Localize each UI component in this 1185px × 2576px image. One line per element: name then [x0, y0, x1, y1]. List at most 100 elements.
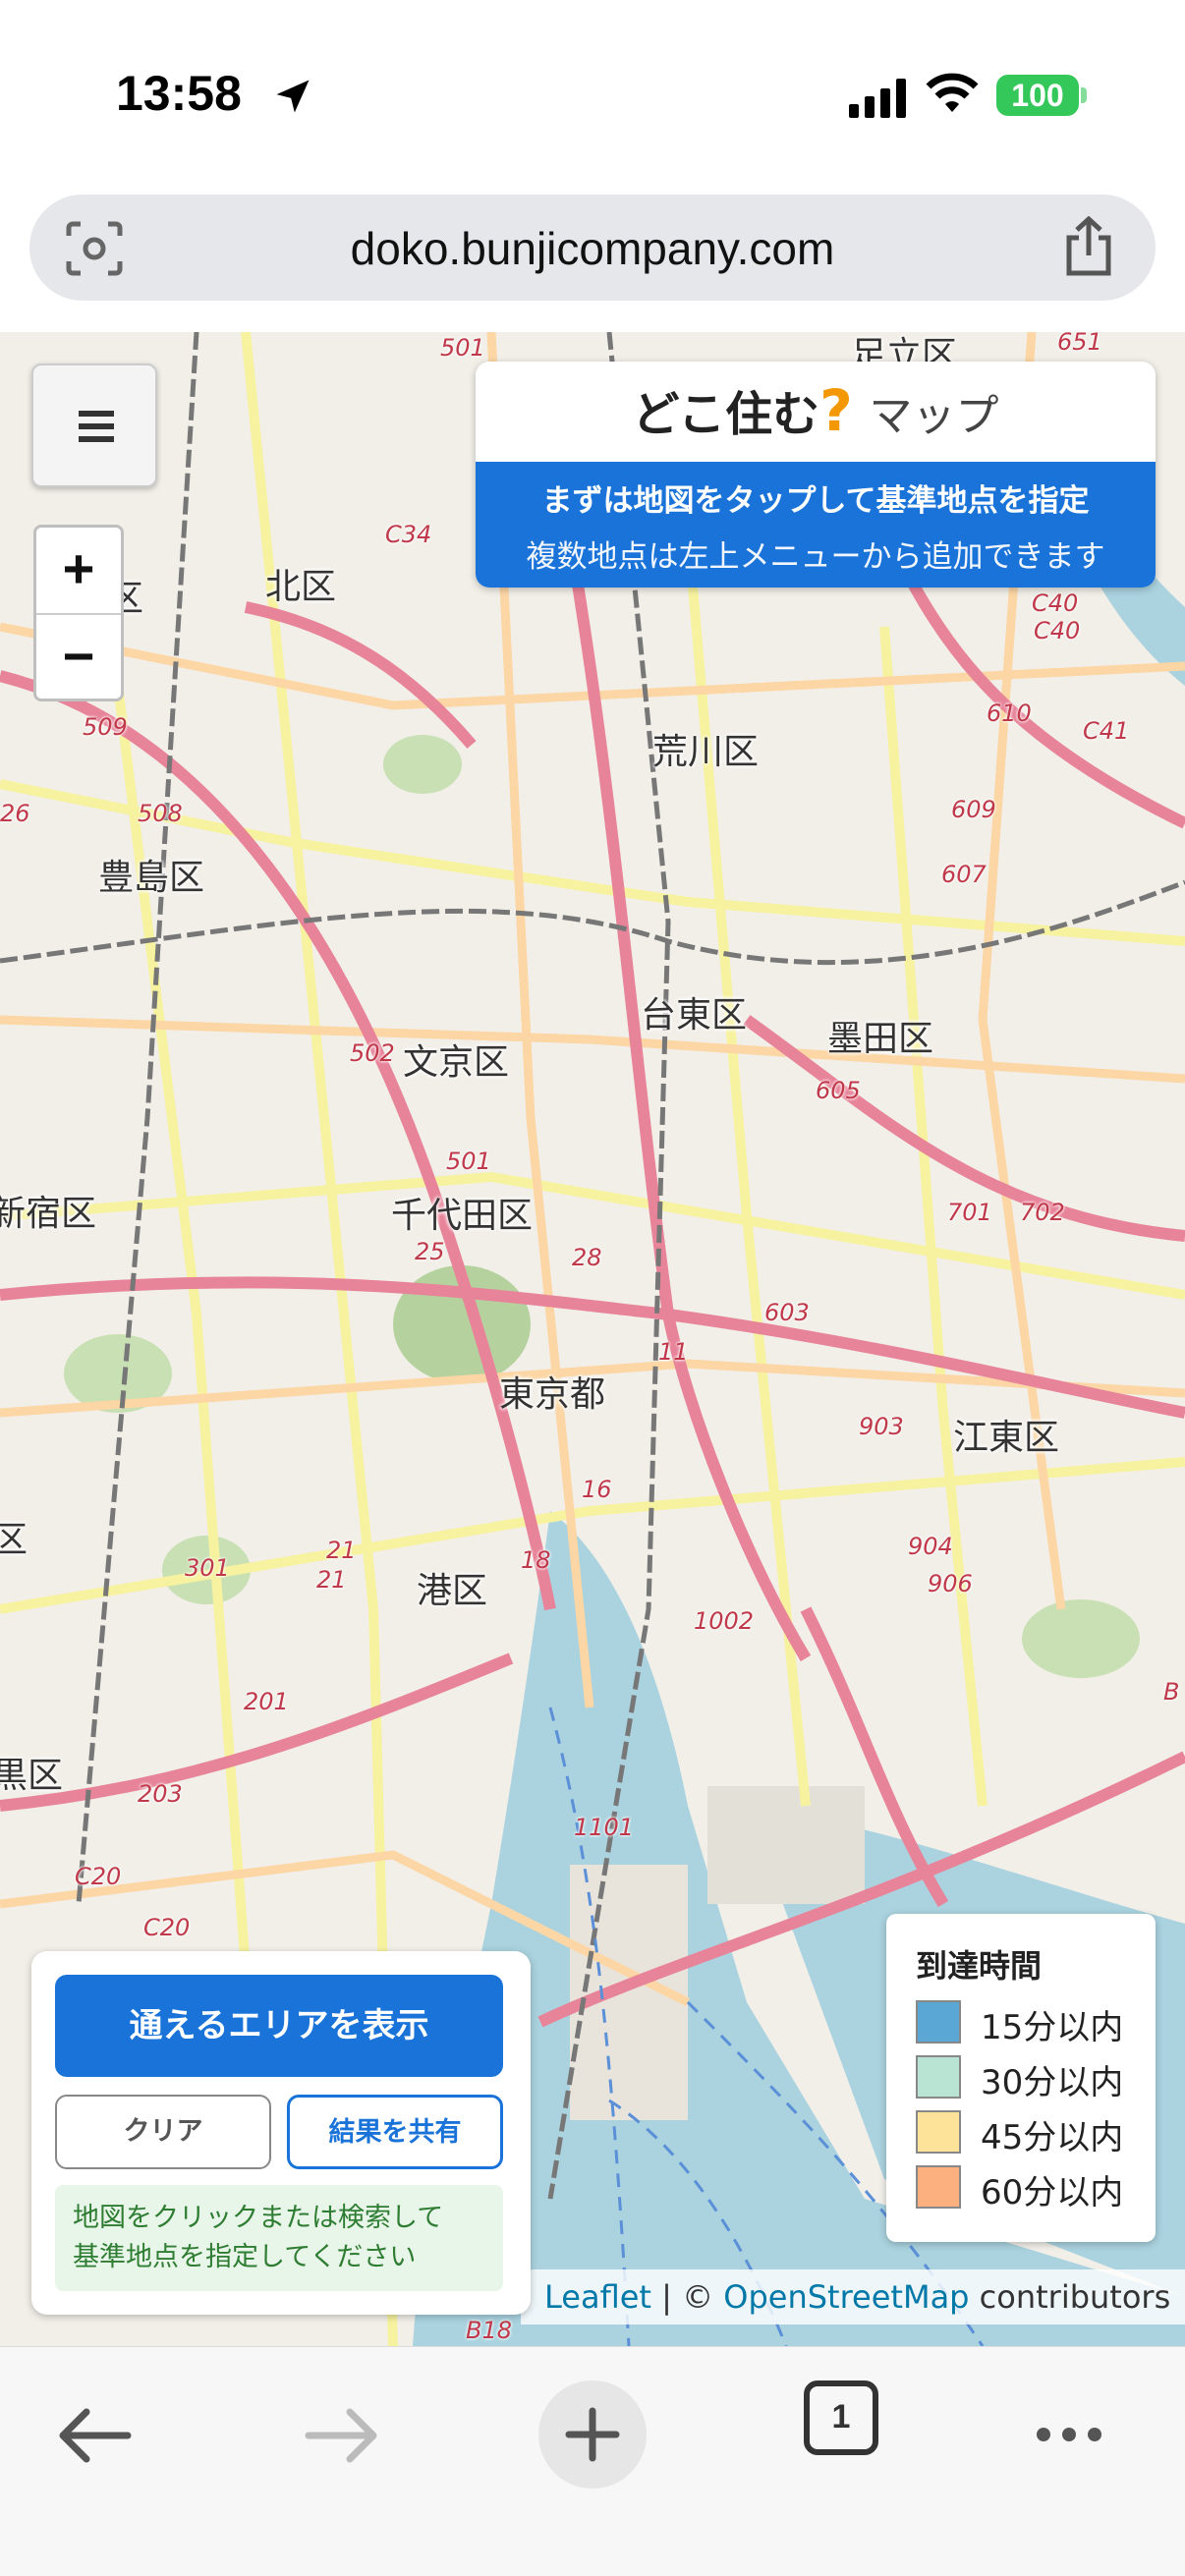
route-label: C34	[385, 521, 432, 548]
menu-button[interactable]	[31, 364, 157, 487]
legend-label: 60分以内	[981, 2173, 1124, 2212]
route-label: 11	[658, 1338, 689, 1366]
instruction-line-1: まずは地図をタップして基準地点を指定	[541, 483, 1090, 519]
status-bar: 13:58 100	[0, 0, 1185, 187]
forward-arrow-icon[interactable]	[305, 2406, 379, 2465]
route-label: 1002	[694, 1607, 755, 1635]
route-label: 702	[1020, 1199, 1065, 1226]
share-result-button[interactable]: 結果を共有	[287, 2095, 503, 2169]
route-label: 21	[316, 1566, 347, 1594]
route-label: 28	[572, 1244, 602, 1271]
share-icon[interactable]	[1061, 216, 1116, 277]
place-label: 千代田区	[391, 1196, 534, 1236]
route-label: 16	[582, 1476, 612, 1503]
map-attribution: Leaflet | © OpenStreetMap contributors	[521, 2269, 1185, 2324]
travel-time-legend: 到達時間 15分以内 30分以内 45分以内 60分以内	[886, 1914, 1156, 2242]
openstreetmap-link[interactable]: OpenStreetMap	[723, 2278, 969, 2316]
zoom-control: + −	[33, 525, 124, 701]
route-label: B	[1163, 1678, 1180, 1706]
hamburger-icon	[79, 411, 114, 417]
legend-label: 30分以内	[981, 2063, 1124, 2102]
route-label: C41	[1083, 717, 1130, 745]
route-label: 1101	[574, 1814, 635, 1841]
route-label: C40	[1034, 617, 1081, 644]
place-label: 新宿区	[0, 1194, 97, 1234]
title-panel: どこ住む? マップ まずは地図をタップして基準地点を指定 複数地点は左上メニュー…	[476, 362, 1156, 588]
cellular-signal-icon	[849, 79, 906, 118]
route-label: C40	[1032, 589, 1079, 617]
route-label: 25	[415, 1238, 445, 1265]
instruction-banner: まずは地図をタップして基準地点を指定 複数地点は左上メニューから追加できます	[476, 462, 1156, 588]
attribution-contributors: contributors	[969, 2278, 1171, 2316]
place-label: 江東区	[953, 1418, 1060, 1458]
route-label: 502	[350, 1039, 395, 1067]
route-label: 301	[185, 1554, 230, 1582]
route-label: 21	[326, 1537, 357, 1564]
legend-swatch	[916, 2000, 961, 2044]
legend-title: 到達時間	[916, 1947, 1043, 1985]
legend-swatch	[916, 2110, 961, 2154]
zoom-out-button[interactable]: −	[36, 613, 121, 699]
place-label: 豊島区	[98, 858, 205, 898]
route-label: 18	[521, 1546, 551, 1574]
app-title-sub: マップ	[869, 391, 999, 441]
route-label: B18	[466, 2317, 513, 2344]
attribution-separator: | ©	[650, 2278, 724, 2316]
route-label: 501	[440, 334, 485, 362]
legend-swatch	[916, 2055, 961, 2099]
legend-label: 45分以内	[981, 2118, 1124, 2157]
hint-line-1: 地図をクリックまたは検索して	[73, 2203, 444, 2233]
route-label: 509	[83, 713, 128, 741]
action-panel: 通えるエリアを表示 クリア 結果を共有 地図をクリックまたは検索して 基準地点を…	[31, 1951, 531, 2315]
back-arrow-icon[interactable]	[57, 2406, 132, 2465]
question-mark-icon: ?	[819, 377, 853, 444]
legend-swatch	[916, 2165, 961, 2209]
route-label: 904	[908, 1533, 953, 1560]
route-label: 508	[138, 800, 183, 827]
route-label: 501	[446, 1148, 491, 1175]
route-label: 605	[816, 1077, 861, 1104]
place-label: 文京区	[403, 1042, 510, 1083]
clear-button[interactable]: クリア	[55, 2095, 271, 2169]
route-label: C20	[75, 1863, 122, 1890]
route-label: C20	[143, 1914, 191, 1941]
tab-switcher-button[interactable]: 1	[804, 2380, 878, 2455]
route-label: 906	[928, 1570, 973, 1597]
place-label: 台東区	[641, 995, 748, 1036]
route-label: 651	[1057, 332, 1102, 356]
app-title-main: どこ住む	[632, 387, 820, 442]
leaflet-link[interactable]: Leaflet	[544, 2278, 651, 2316]
route-label: 26	[0, 800, 30, 827]
app-title: どこ住む? マップ	[476, 362, 1156, 460]
route-label: 609	[951, 796, 996, 823]
hamburger-icon	[79, 423, 114, 429]
hint-message: 地図をクリックまたは検索して 基準地点を指定してください	[55, 2185, 503, 2291]
url-text[interactable]: doko.bunjicompany.com	[29, 222, 1156, 275]
route-label: 903	[859, 1413, 904, 1440]
route-label: 201	[244, 1688, 289, 1715]
hamburger-icon	[79, 436, 114, 442]
location-arrow-icon	[276, 80, 310, 113]
route-label: 603	[764, 1299, 810, 1326]
place-label: 荒川区	[652, 732, 760, 772]
more-options-icon[interactable]	[1034, 2424, 1104, 2445]
zoom-in-button[interactable]: +	[36, 528, 121, 613]
new-tab-button[interactable]	[538, 2380, 647, 2489]
place-label: 黒区	[0, 1756, 64, 1796]
instruction-line-2: 複数地点は左上メニューから追加できます	[526, 539, 1105, 575]
wifi-icon	[926, 73, 979, 112]
battery-tip	[1081, 87, 1087, 103]
place-label: 墨田区	[827, 1019, 934, 1059]
plus-icon	[565, 2407, 620, 2462]
show-reachable-area-button[interactable]: 通えるエリアを表示	[55, 1975, 503, 2077]
legend-label: 15分以内	[981, 2008, 1124, 2047]
clock: 13:58	[116, 66, 242, 121]
place-label: 区	[0, 1520, 28, 1560]
route-label: 701	[947, 1199, 992, 1226]
route-label: 607	[941, 861, 987, 888]
address-bar[interactable]: doko.bunjicompany.com	[29, 195, 1156, 301]
place-label: 北区	[265, 567, 337, 607]
hint-line-2: 基準地点を指定してください	[73, 2242, 417, 2272]
route-label: 610	[987, 700, 1032, 727]
route-label: 203	[138, 1780, 183, 1808]
